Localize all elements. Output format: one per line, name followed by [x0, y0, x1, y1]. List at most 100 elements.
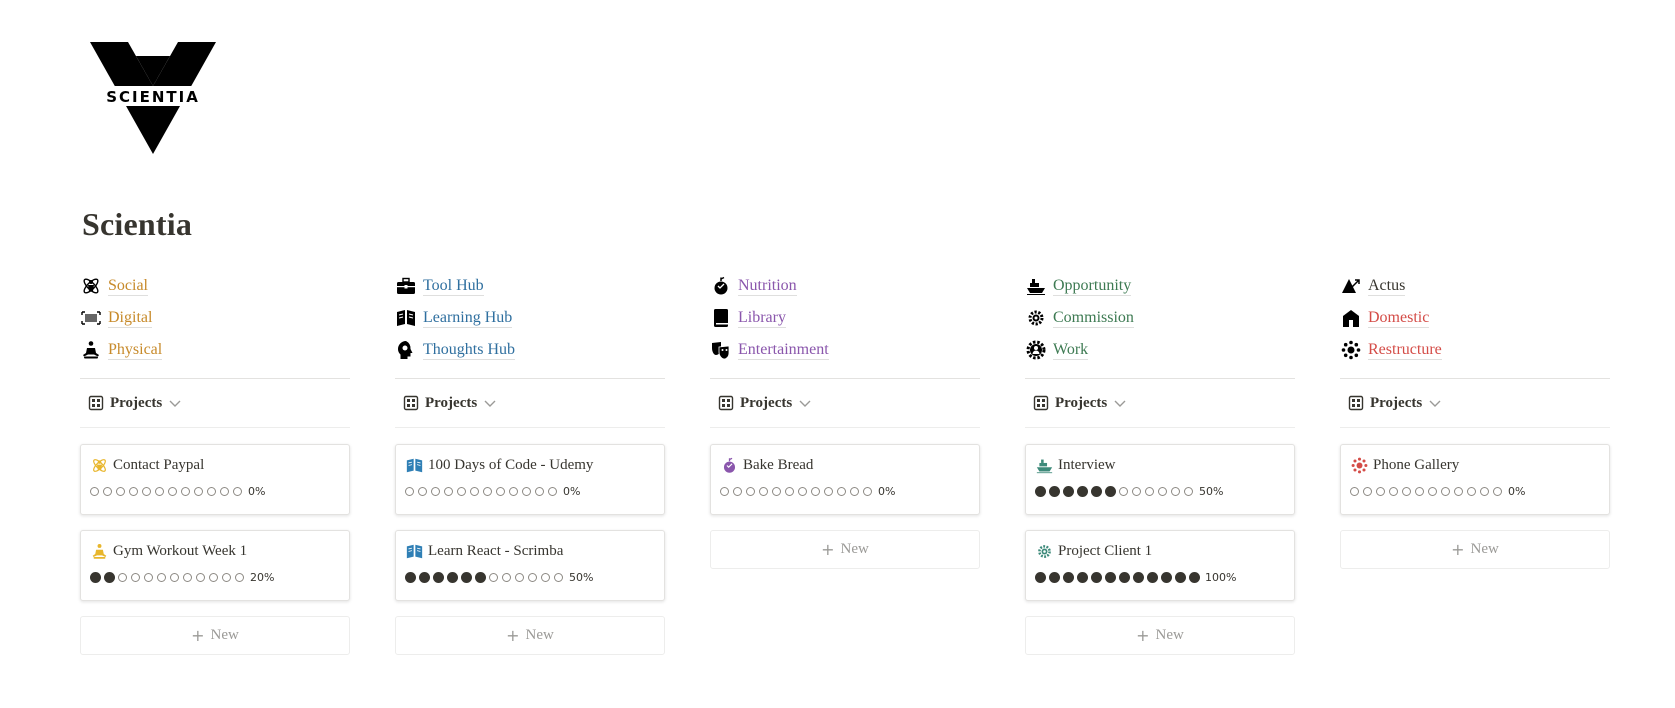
progress-dot [1063, 571, 1074, 583]
project-card[interactable]: Phone Gallery 0% [1340, 444, 1610, 515]
view-tab-label: Projects [110, 394, 163, 411]
progress-dot [535, 486, 544, 496]
card-title: Contact Paypal [113, 456, 205, 473]
projects-view-tab[interactable]: Projects [710, 379, 980, 427]
progress-dot [554, 572, 563, 582]
progress-bar: 50% [405, 569, 655, 585]
progress-dot [772, 486, 781, 496]
link-domestic[interactable]: Domestic [1340, 302, 1610, 334]
progress-dot [489, 572, 498, 582]
progress-dot [837, 486, 846, 496]
progress-dot [1133, 571, 1144, 583]
new-card-button[interactable]: + New [1025, 616, 1295, 655]
progress-dot [1077, 485, 1088, 497]
progress-dot [144, 572, 153, 582]
link-actus[interactable]: Actus [1340, 270, 1610, 302]
progress-dot [1035, 485, 1046, 497]
progress-dot [405, 571, 416, 583]
projects-view-tab[interactable]: Projects [395, 379, 665, 427]
progress-dot [515, 572, 524, 582]
link-tool-hub[interactable]: Tool Hub [395, 270, 665, 302]
link-label: Nutrition [738, 277, 797, 296]
projects-view-tab[interactable]: Projects [1340, 379, 1610, 427]
project-card[interactable]: Project Client 1 100% [1025, 530, 1295, 601]
progress-dot [157, 572, 166, 582]
card-title: Learn React - Scrimba [428, 542, 564, 559]
plus-icon: + [506, 626, 520, 645]
project-card[interactable]: Gym Workout Week 1 20% [80, 530, 350, 601]
new-card-button[interactable]: + New [80, 616, 350, 655]
progress-dot [1147, 571, 1158, 583]
toolbox-icon [395, 275, 417, 297]
progress-dot [1480, 486, 1489, 496]
project-card[interactable]: Interview 50% [1025, 444, 1295, 515]
progress-percent: 50% [569, 570, 594, 584]
progress-dot [785, 486, 794, 496]
chevron-down-icon[interactable] [1113, 396, 1127, 410]
progress-dot [1415, 486, 1424, 496]
projects-view-tab[interactable]: Projects [80, 379, 350, 427]
card-title-row: Interview [1035, 455, 1285, 475]
progress-dot [470, 486, 479, 496]
link-work[interactable]: Work [1025, 334, 1295, 366]
new-card-button[interactable]: + New [1340, 530, 1610, 569]
link-thoughts-hub[interactable]: Thoughts Hub [395, 334, 665, 366]
chevron-down-icon[interactable] [168, 396, 182, 410]
chevron-down-icon[interactable] [798, 396, 812, 410]
link-commission[interactable]: Commission [1025, 302, 1295, 334]
progress-dot [181, 486, 190, 496]
progress-dot [798, 486, 807, 496]
new-card-button[interactable]: + New [710, 530, 980, 569]
project-card[interactable]: Bake Bread 0% [710, 444, 980, 515]
progress-dot [183, 572, 192, 582]
logo-text: SCIENTIA [106, 88, 200, 106]
link-nutrition[interactable]: Nutrition [710, 270, 980, 302]
link-learning-hub[interactable]: Learning Hub [395, 302, 665, 334]
meditation-icon [80, 339, 102, 361]
progress-percent: 20% [250, 570, 275, 584]
progress-dot [447, 571, 458, 583]
plus-icon: + [191, 626, 205, 645]
gear-cluster-icon [1035, 542, 1053, 560]
chevron-down-icon[interactable] [1428, 396, 1442, 410]
link-digital[interactable]: Digital [80, 302, 350, 334]
new-label: New [1155, 627, 1184, 643]
book-icon [710, 307, 732, 329]
link-social[interactable]: Social [80, 270, 350, 302]
progress-dot [1119, 486, 1128, 496]
card-title: Gym Workout Week 1 [113, 542, 248, 559]
link-label: Actus [1368, 277, 1406, 296]
progress-dot [548, 486, 557, 496]
plus-icon: + [1451, 540, 1465, 559]
progress-dot [103, 486, 112, 496]
link-restructure[interactable]: Restructure [1340, 334, 1610, 366]
projects-view-tab[interactable]: Projects [1025, 379, 1295, 427]
link-label: Work [1053, 341, 1089, 360]
progress-dot [209, 572, 218, 582]
view-divider [1340, 427, 1610, 428]
project-card[interactable]: Learn React - Scrimba 50% [395, 530, 665, 601]
progress-dot [90, 571, 101, 583]
card-title-row: Contact Paypal [90, 455, 340, 475]
link-library[interactable]: Library [710, 302, 980, 334]
progress-dot [419, 571, 430, 583]
progress-dot [759, 486, 768, 496]
link-physical[interactable]: Physical [80, 334, 350, 366]
progress-dot [475, 571, 486, 583]
progress-dot [196, 572, 205, 582]
view-divider [710, 427, 980, 428]
project-card[interactable]: Contact Paypal 0% [80, 444, 350, 515]
chevron-down-icon[interactable] [483, 396, 497, 410]
progress-dot [1105, 571, 1116, 583]
theater-masks-icon [710, 339, 732, 361]
progress-bar: 100% [1035, 569, 1285, 585]
link-opportunity[interactable]: Opportunity [1025, 270, 1295, 302]
new-card-button[interactable]: + New [395, 616, 665, 655]
progress-percent: 0% [1508, 484, 1526, 498]
progress-dot [222, 572, 231, 582]
progress-dot [1454, 486, 1463, 496]
link-entertainment[interactable]: Entertainment [710, 334, 980, 366]
project-card[interactable]: 100 Days of Code - Udemy 0% [395, 444, 665, 515]
progress-dot [129, 486, 138, 496]
progress-dot [444, 486, 453, 496]
